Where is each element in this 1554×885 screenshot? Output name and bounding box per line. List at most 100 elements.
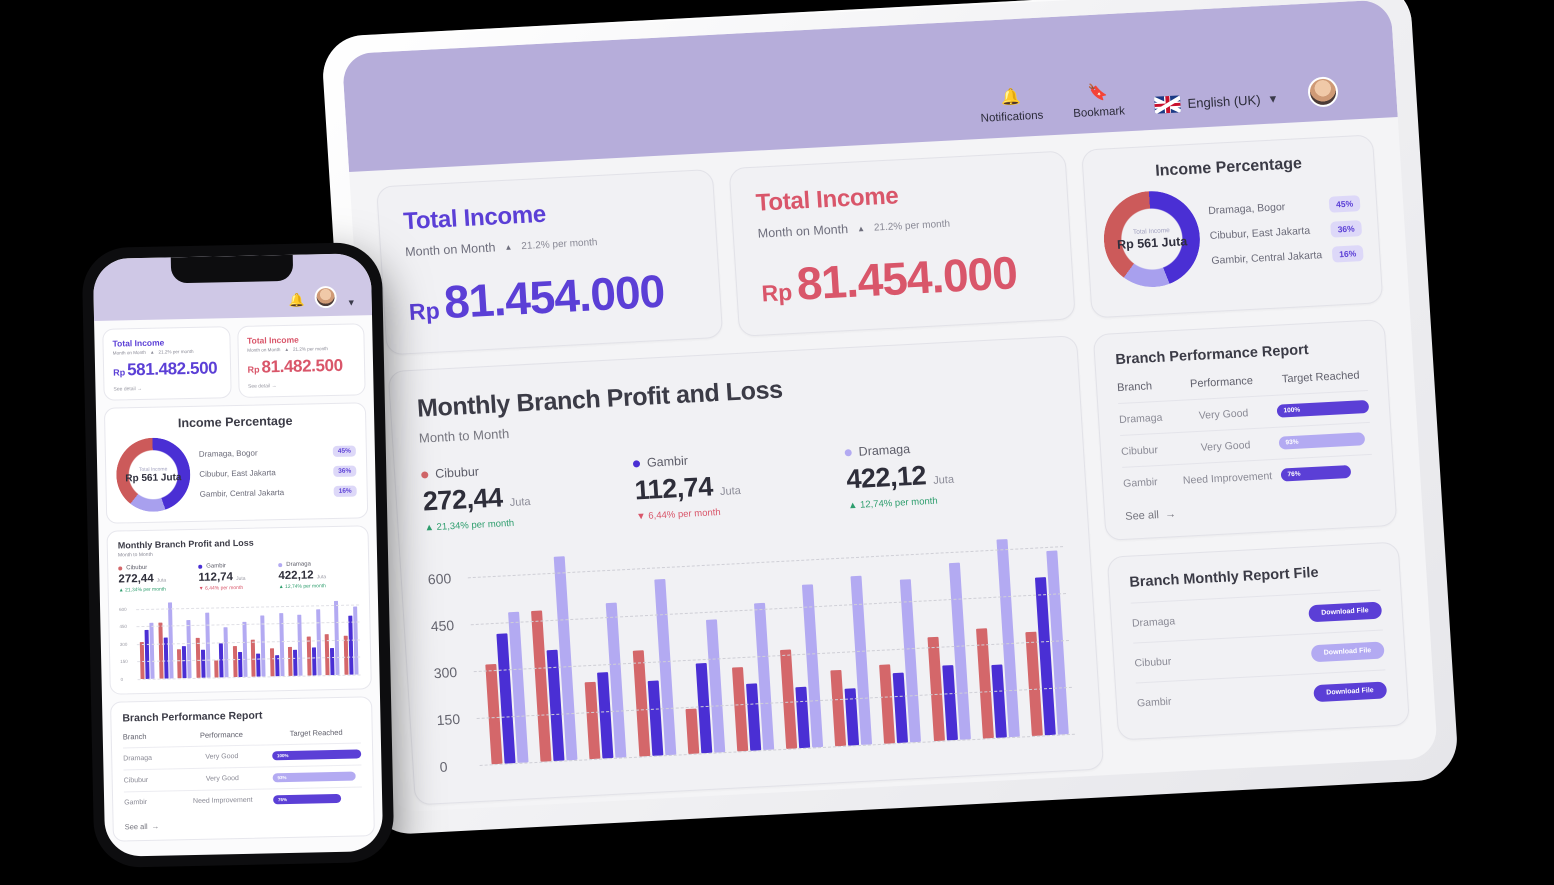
bar: [311, 647, 317, 676]
card-title: Total Income: [112, 337, 165, 349]
trend-up-icon: ▲: [284, 346, 290, 352]
stat-name: Cibubur: [126, 564, 148, 572]
bar-group: [970, 539, 1020, 739]
download-file-button[interactable]: Download File: [1310, 641, 1385, 663]
notifications-button[interactable]: 🔔 Notifications: [979, 89, 1043, 125]
card-title: Total Income: [246, 334, 299, 346]
see-detail-link[interactable]: See detail →: [248, 382, 356, 390]
see-detail-label: See detail: [247, 383, 271, 390]
see-all-label: See all: [1124, 509, 1160, 523]
performance-value: Need Improvement: [1173, 459, 1282, 497]
currency-symbol: Rp: [113, 367, 126, 378]
stat-delta-text: 12,74% per month: [859, 495, 938, 511]
branch-name: Dramaga: [123, 746, 172, 770]
stat-value: 112,74: [633, 471, 714, 506]
stat-delta-text: 21,34% per month: [436, 517, 515, 533]
download-file-button[interactable]: Download File: [1312, 681, 1388, 703]
card-subtitle: Month on Month: [247, 347, 281, 353]
income-percentage-card: Income Percentage Total Income Rp 561 Ju…: [1081, 134, 1384, 319]
bar-group: [680, 618, 725, 755]
bar-group: [580, 602, 627, 760]
stat-unit: Juta: [156, 577, 167, 584]
y-axis-tick: 300: [433, 663, 458, 682]
list-item: Cibubur, East Jakarta 36%: [199, 465, 357, 479]
card-delta: 21.2% per month: [873, 218, 951, 234]
series-dot-icon: [118, 566, 123, 571]
bar: [186, 620, 192, 679]
bar-group: [306, 609, 322, 676]
progress-fill: 76%: [1280, 464, 1352, 482]
bookmark-button[interactable]: 🔖 Bookmark: [1072, 84, 1125, 120]
language-selector[interactable]: English (UK) ▼: [1154, 90, 1279, 115]
stat-delta-text: 6,44% per month: [204, 584, 244, 592]
bar: [927, 637, 945, 742]
bar: [181, 645, 187, 679]
see-all-link[interactable]: See all →: [125, 817, 363, 832]
bar: [830, 669, 847, 747]
col-branch: Branch: [122, 731, 147, 742]
card-subtitle: Month on Month: [757, 221, 849, 241]
bar: [315, 609, 322, 676]
panel-title: Branch Monthly Report File: [1128, 564, 1320, 591]
stat-unit: Juta: [719, 484, 742, 498]
legend-percent-badge: 45%: [332, 445, 356, 457]
progress-fill: 100%: [1276, 399, 1370, 418]
see-detail-label: See detail: [113, 386, 136, 393]
target-reached-cell: 100%: [271, 742, 362, 767]
income-percentage-body: Total Income Rp 561 Juta Dramaga, Bogor …: [115, 434, 357, 513]
legend-percent-badge: 36%: [1330, 220, 1363, 238]
stat-value: 422,12: [845, 460, 927, 495]
trend-up-icon: ▲: [856, 223, 866, 233]
income-percentage-title: Income Percentage: [177, 413, 293, 431]
bar: [157, 622, 164, 679]
bell-icon[interactable]: 🔔: [288, 293, 305, 309]
report-file-list: Dramaga Download File Cibubur Download File…: [1130, 589, 1388, 723]
panel-title: Branch Performance Report: [122, 709, 263, 725]
see-all-link[interactable]: See all →: [1125, 498, 1375, 523]
bar-group: [874, 578, 922, 744]
phone-screen: 🔔 ▼ Total Income Month on Month ▲ 21.2% …: [92, 253, 384, 857]
y-axis-tick: 0: [439, 758, 448, 776]
bar: [200, 649, 206, 678]
branch-name: Gambir: [1122, 464, 1176, 499]
card-title: Total Income: [402, 200, 547, 236]
currency-symbol: Rp: [247, 364, 260, 375]
avatar[interactable]: [314, 285, 337, 309]
total-income-card-primary: Total Income Month on Month ▲ 21.2% per …: [376, 168, 724, 356]
income-percentage-title: Income Percentage: [1154, 155, 1303, 180]
trend-up-icon: ▲: [504, 242, 513, 252]
stat-gambir: Gambir 112,74 Juta ▼ 6,44% per month: [632, 445, 849, 522]
card-subtitle-row: Month on Month ▲ 21.2% per month: [113, 348, 221, 356]
progress-fill: 93%: [1278, 432, 1365, 450]
branch-name: Dramaga: [1118, 400, 1172, 436]
avatar[interactable]: [1307, 76, 1339, 108]
bar: [177, 649, 182, 679]
donut-chart: Total Income Rp 561 Juta: [115, 436, 192, 513]
bar: [139, 641, 145, 680]
download-file-button[interactable]: Download File: [1307, 601, 1383, 623]
list-item: Dramaga, Bogor 45%: [1208, 195, 1361, 219]
see-detail-link[interactable]: See detail →: [113, 384, 221, 393]
amount-value: 581.482.500: [126, 358, 218, 380]
card-subtitle: Month on Month: [404, 240, 496, 260]
phone-device: 🔔 ▼ Total Income Month on Month ▲ 21.2% …: [81, 241, 395, 869]
income-percentage-body: Total Income Rp 561 Juta Dramaga, Bogor …: [1100, 180, 1365, 290]
chevron-down-icon[interactable]: ▼: [347, 297, 356, 307]
stat-cibubur: Cibubur 272,44 Juta ▲ 21,34% per month: [118, 564, 199, 594]
y-axis-tick: 600: [119, 606, 127, 612]
list-item: Gambir, Central Jakarta 16%: [1211, 245, 1364, 269]
stat-head: Gambir: [198, 562, 278, 570]
bar-group: [528, 556, 578, 762]
bar-group: [139, 622, 155, 680]
progress-bar: 93%: [272, 771, 361, 783]
bar: [149, 622, 155, 679]
y-axis-tick: 300: [119, 641, 128, 647]
bookmark-icon: 🔖: [1087, 84, 1109, 103]
y-axis-tick: 450: [430, 616, 455, 635]
stat-unit: Juta: [509, 495, 531, 510]
stat-delta-text: 12,74% per month: [284, 583, 326, 591]
phone-branch-performance-card: Branch Performance Report Branch Perform…: [110, 696, 375, 842]
branch-name: Dramaga: [1131, 614, 1176, 630]
progress-bar: 76%: [1280, 464, 1373, 482]
stat-value-row: 422,12 Juta: [278, 568, 358, 582]
